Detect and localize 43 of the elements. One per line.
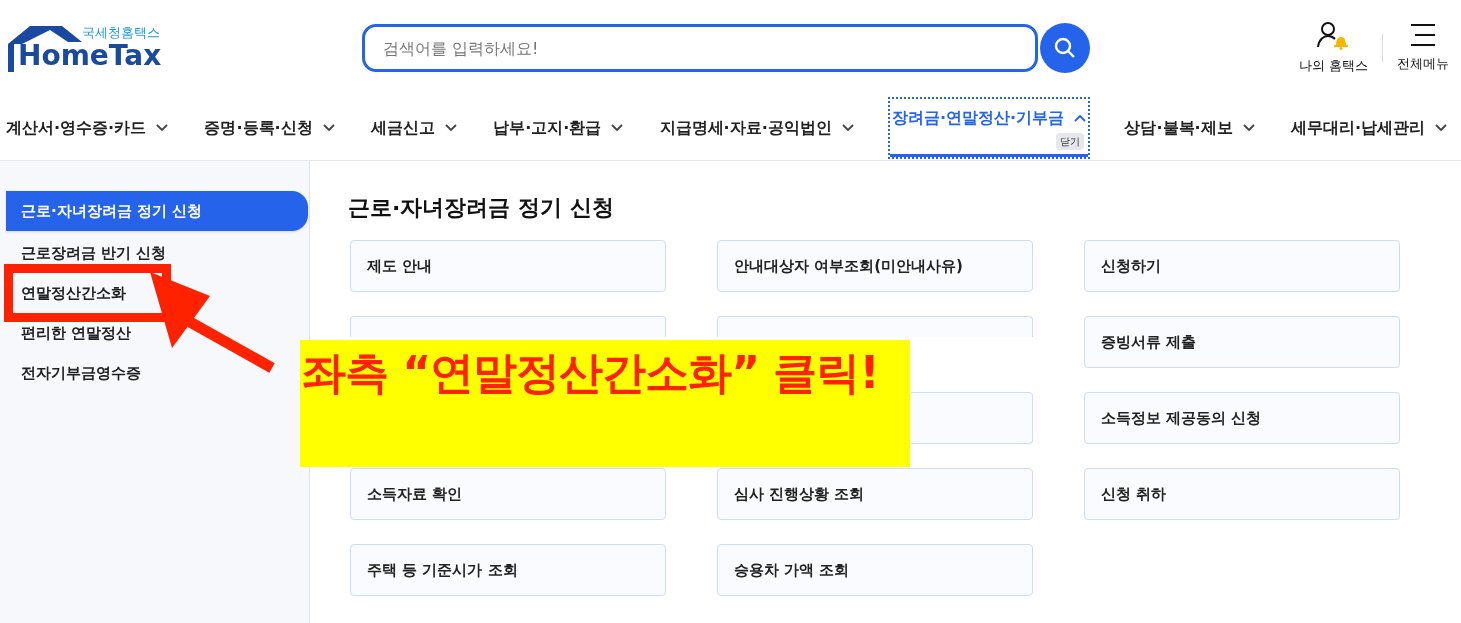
menu-card[interactable]: 신청하기	[1084, 240, 1400, 292]
menu-card[interactable]: 소득정보 제공동의 신청	[1084, 392, 1400, 444]
nav-tab[interactable]: 세금신고	[370, 99, 457, 157]
all-menu-button[interactable]: 전체메뉴	[1393, 22, 1453, 74]
search-field[interactable]: 검색어를 입력하세요!	[362, 24, 1038, 72]
callout-banner: 좌측 “연말정산간소화” 클릭!	[300, 340, 910, 467]
chevron-down-icon	[1435, 124, 1447, 132]
menu-card[interactable]: 증빙서류 제출	[1084, 316, 1400, 368]
menu-icon	[1409, 22, 1437, 49]
nav-tab[interactable]: 상담·불복·제보	[1124, 99, 1255, 157]
menu-card[interactable]: 안내대상자 여부조회(미안내사유)	[717, 240, 1033, 292]
menu-card[interactable]	[911, 392, 1033, 444]
nav-tab[interactable]: 지급명세·자료·공익법인	[659, 99, 854, 157]
menu-card[interactable]	[717, 316, 1033, 337]
nav-tab[interactable]: 증명·등록·신청	[204, 99, 335, 157]
sidebar-item[interactable]: 연말정산간소화	[21, 275, 126, 311]
nav-tab[interactable]: 계산서·영수증·카드	[6, 99, 169, 157]
sidebar-item[interactable]: 근로·자녀장려금 정기 신청	[6, 191, 308, 231]
chevron-down-icon	[841, 124, 854, 132]
menu-card[interactable]: 소득자료 확인	[350, 468, 666, 520]
menu-card[interactable]: 주택 등 기준시가 조회	[350, 544, 666, 596]
nav-tab[interactable]: 세무대리·납세관리	[1290, 99, 1447, 157]
menu-card[interactable]: 신청 취하	[1084, 468, 1400, 520]
nav-tab[interactable]: 납부·고지·환급	[493, 99, 624, 157]
search-icon	[1054, 37, 1076, 59]
chevron-up-icon	[1074, 113, 1087, 122]
menu-card[interactable]: 승용차 가액 조회	[717, 544, 1033, 596]
user-bell-icon	[1316, 20, 1351, 51]
sidebar-item[interactable]: 전자기부금영수증	[21, 355, 141, 391]
chevron-down-icon	[322, 124, 335, 132]
menu-card[interactable]: 심사 진행상황 조회	[717, 468, 1033, 520]
chevron-down-icon	[611, 124, 624, 132]
sidebar-item[interactable]: 근로장려금 반기 신청	[21, 235, 167, 271]
menu-card[interactable]: 제도 안내	[350, 240, 666, 292]
search-button[interactable]	[1040, 23, 1090, 73]
chevron-down-icon	[1242, 124, 1255, 132]
my-hometax-button[interactable]: 나의 홈택스	[1294, 20, 1372, 76]
close-tooltip: 닫기	[1056, 133, 1085, 150]
section-title: 근로·자녀장려금 정기 신청	[348, 194, 615, 222]
chevron-down-icon	[444, 124, 457, 132]
menu-card[interactable]	[350, 316, 666, 337]
chevron-down-icon	[156, 124, 169, 132]
sidebar-item[interactable]: 편리한 연말정산	[21, 315, 132, 351]
